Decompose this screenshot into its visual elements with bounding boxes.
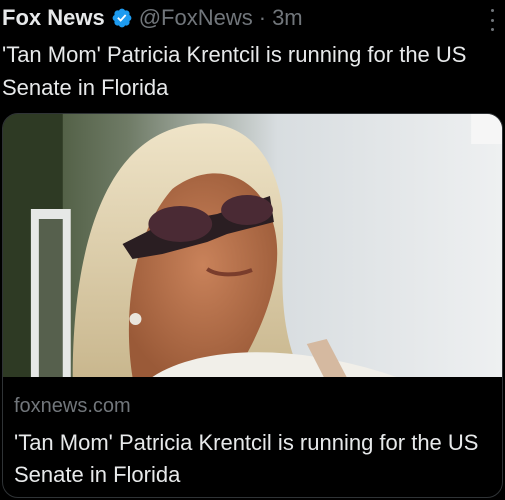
more-dot (490, 28, 494, 31)
verified-badge-icon (111, 7, 133, 29)
more-options-icon[interactable] (489, 9, 495, 31)
card-title[interactable]: 'Tan Mom' Patricia Krentcil is running f… (14, 427, 494, 491)
news-photo (3, 114, 502, 377)
author-handle[interactable]: @FoxNews (139, 5, 253, 31)
link-card[interactable]: foxnews.com 'Tan Mom' Patricia Krentcil … (2, 113, 503, 498)
tweet-text: 'Tan Mom' Patricia Krentcil is running f… (2, 42, 467, 100)
more-dot (490, 18, 494, 22)
author-name[interactable]: Fox News (2, 5, 105, 31)
card-image[interactable] (3, 114, 502, 377)
separator-dot: · (258, 5, 267, 30)
timestamp[interactable]: 3m (272, 5, 303, 31)
card-domain[interactable]: foxnews.com (14, 395, 131, 418)
tweet-header: Fox News @FoxNews · 3m (2, 4, 303, 32)
more-dot (490, 9, 494, 12)
